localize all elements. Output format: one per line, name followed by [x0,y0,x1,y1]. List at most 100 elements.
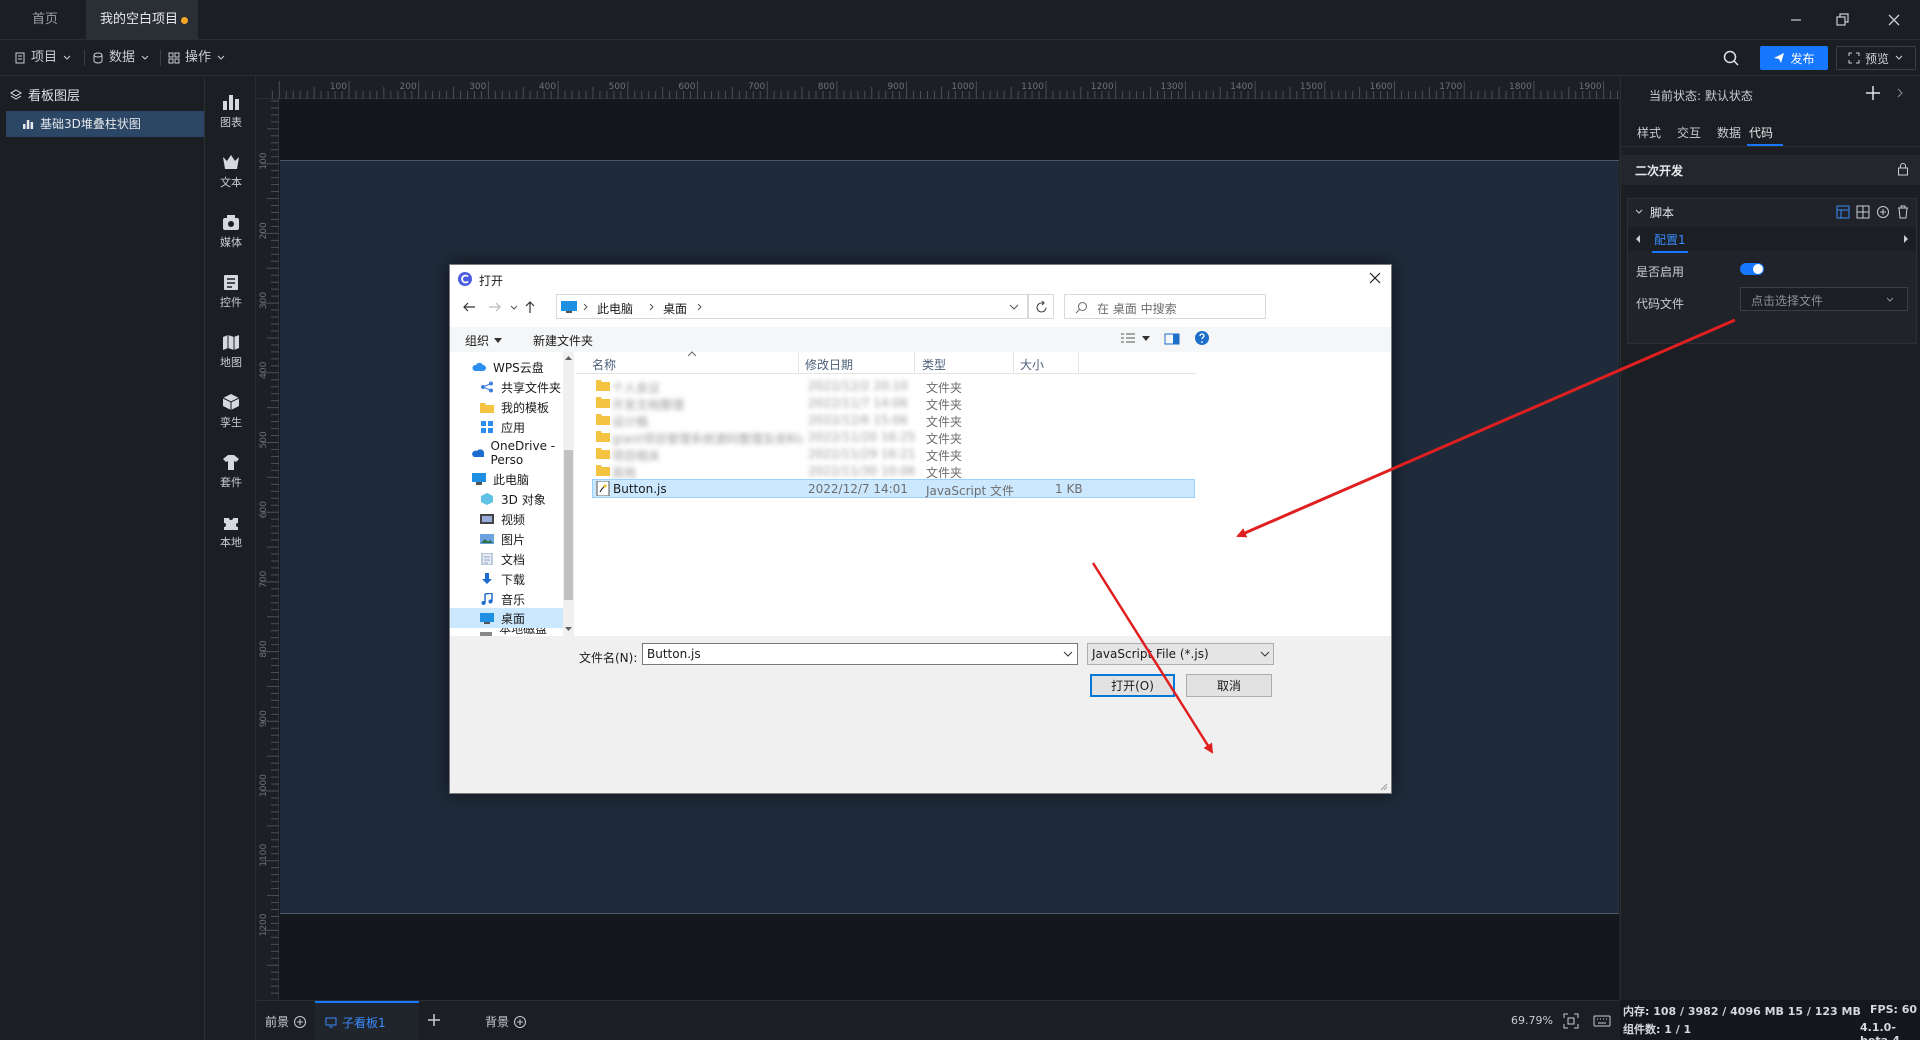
toolbar-item-text[interactable]: 文本 [206,145,256,201]
column-name[interactable]: 名称 [592,356,616,373]
menu-operation[interactable]: 操作 [168,40,226,76]
kit-icon [223,455,239,470]
toolbar-item-media[interactable]: 媒体 [206,205,256,261]
toolbar-item-kit[interactable]: 套件 [206,445,256,501]
help-icon[interactable] [1194,330,1210,346]
close-icon[interactable] [1368,271,1382,285]
tab-subboard[interactable]: 子看板1 [315,1001,419,1040]
organize-button[interactable]: 组织 [465,332,503,349]
open-button[interactable]: 打开(O) [1090,674,1175,697]
breadcrumb-item[interactable]: 此电脑 [597,300,633,317]
resize-grip-icon[interactable] [1378,781,1388,791]
chevron-right-icon[interactable] [1895,87,1905,99]
filename-input[interactable]: Button.js [642,643,1078,665]
tab-project[interactable]: 我的空白项目 [86,0,198,40]
toolbar-item-map[interactable]: 地图 [206,325,256,381]
toolbar-item-chart[interactable]: 图表 [206,85,256,141]
file-row-selected[interactable]: Button.js 2022/12/7 14:01 JavaScript 文件 … [592,479,1195,498]
nav-item-this-pc[interactable]: 此电脑 [472,468,529,490]
add-circle-icon[interactable] [293,1015,307,1029]
recent-dropdown-icon[interactable] [510,301,518,313]
chevron-down-icon[interactable] [1063,651,1073,658]
nav-scrollbar[interactable] [563,352,574,636]
ruler-label: 400 [539,82,556,92]
keyboard-icon[interactable] [1593,1013,1611,1029]
cancel-button[interactable]: 取消 [1186,674,1272,697]
add-board-icon[interactable] [427,1013,441,1027]
menu-project[interactable]: 项目 [14,40,72,76]
add-state-icon[interactable] [1865,85,1881,101]
filename-value: Button.js [647,647,701,661]
back-arrow-icon[interactable] [462,300,476,314]
nav-item-downloads[interactable]: 下载 [480,568,525,590]
search-icon[interactable] [1722,49,1740,67]
dialog-body: 打开 此电脑 桌面 在 桌面 中搜索 组织 新建文件夹 WPS云盘 共享文件夹 … [450,265,1391,793]
up-arrow-icon[interactable] [523,300,537,314]
layer-item[interactable]: 基础3D堆叠柱状图 [6,111,204,137]
lock-icon[interactable] [1897,162,1909,176]
nav-item-wps-cloud[interactable]: WPS云盘 [472,356,544,378]
view-options-button[interactable] [1120,332,1150,346]
nav-item-3d-objects[interactable]: 3D 对象 [480,488,546,510]
scroll-up-icon[interactable] [565,355,572,360]
chevron-down-icon[interactable] [1009,303,1019,311]
tab-style[interactable]: 样式 [1637,124,1661,141]
toolbar-item-control[interactable]: 控件 [206,265,256,321]
search-input[interactable]: 在 桌面 中搜索 [1064,294,1266,319]
publish-button[interactable]: 发布 [1760,46,1828,70]
ruler-label: 900 [259,710,269,727]
tab-foreground[interactable]: 前景 [265,1013,307,1030]
restore-icon[interactable] [1832,10,1852,30]
file-type-select[interactable]: JavaScript File (*.js) [1087,643,1274,665]
address-bar[interactable]: 此电脑 桌面 [556,294,1028,319]
chevron-right-icon[interactable] [1902,234,1910,244]
nav-item-desktop[interactable]: 桌面 [480,607,525,629]
tab-home-label: 首页 [32,12,59,27]
tab-background[interactable]: 背景 [485,1013,527,1030]
config-tab[interactable]: 配置1 [1652,231,1688,253]
new-folder-button[interactable]: 新建文件夹 [533,332,593,349]
nav-scroll-thumb[interactable] [564,450,573,600]
folder-icon [596,397,610,408]
nav-item-onedrive[interactable]: OneDrive - Perso [472,439,574,467]
ruler-label: 200 [400,82,417,92]
minimize-icon[interactable] [1786,10,1806,30]
tab-code[interactable]: 代码 [1749,124,1773,141]
script-header[interactable]: 脚本 [1628,199,1916,225]
layout-grid-icon[interactable] [1836,205,1850,219]
close-icon[interactable] [1884,10,1904,30]
toolbar-item-twin[interactable]: 孪生 [206,385,256,441]
nav-item-apps[interactable]: 应用 [480,416,525,438]
enable-toggle[interactable] [1740,263,1764,275]
breadcrumb-item[interactable]: 桌面 [663,300,687,317]
preview-button[interactable]: 预览 [1836,46,1916,70]
column-size[interactable]: 大小 [1020,356,1044,373]
refresh-button[interactable] [1028,294,1054,319]
nav-item-documents[interactable]: 文档 [480,548,525,570]
tab-interaction[interactable]: 交互 [1677,124,1701,141]
fit-screen-icon[interactable] [1563,1013,1579,1029]
config-tab-bar: 配置1 [1628,227,1916,253]
forward-arrow-icon[interactable] [488,300,502,314]
nav-item-videos[interactable]: 视频 [480,508,525,530]
layout-split-icon[interactable] [1856,205,1870,219]
scroll-down-icon[interactable] [565,627,572,632]
column-type[interactable]: 类型 [922,356,946,373]
twin-icon [222,394,240,410]
add-circle-icon[interactable] [1876,205,1890,219]
column-date[interactable]: 修改日期 [805,356,853,373]
toolbar-item-local[interactable]: 本地 [206,505,256,561]
nav-item-pictures[interactable]: 图片 [480,528,525,550]
preview-pane-icon[interactable] [1164,332,1180,346]
document-icon [481,553,493,565]
chevron-left-icon[interactable] [1634,234,1642,244]
nav-item-local-disk[interactable]: 本地磁盘 (C:) [480,628,563,636]
tab-data[interactable]: 数据 [1717,124,1741,141]
menu-data[interactable]: 数据 [92,40,150,76]
nav-item-shared[interactable]: 共享文件夹 [480,376,561,398]
tab-home[interactable]: 首页 [18,0,88,40]
nav-item-templates[interactable]: 我的模板 [480,396,549,418]
add-circle-icon[interactable] [513,1015,527,1029]
trash-icon[interactable] [1896,205,1910,219]
code-file-select[interactable]: 点击选择文件 [1740,287,1908,311]
